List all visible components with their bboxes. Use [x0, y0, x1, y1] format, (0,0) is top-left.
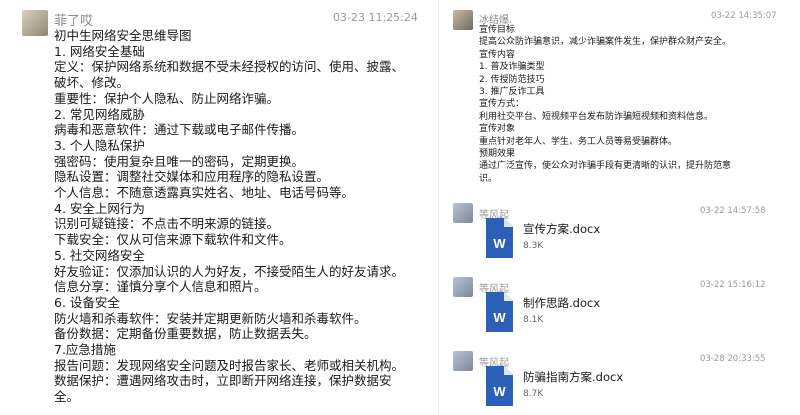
message-text[interactable]: 宣传目标提高公众防诈骗意识，减少诈骗案件发生，保护群众财产安全。 宣传内容 1. 普… [479, 24, 779, 185]
chat-panel-right: 冰结爆. 03-22 14:35:07 宣传目标 提高公众防诈骗意识，减少诈骗案件… [438, 0, 800, 415]
file-size: 8.1K [523, 315, 544, 325]
message-time: 03-28 20:33:55 [700, 354, 766, 364]
message-line: 宣传目标 [479, 25, 516, 35]
message-line: 强密码：使用复杂且唯一的密码，定期更换。 [54, 153, 305, 169]
message-line: 下载安全：仅从可信来源下载软件和文件。 [54, 232, 292, 248]
svg-text:W: W [493, 310, 506, 325]
message-line: 识。 [479, 173, 498, 184]
message-line: 好友验证：仅添加认识的人为好友，不接受陌生人的好友请求。 [54, 263, 405, 279]
message-line: 3. 推广反诈工具 [479, 87, 545, 98]
word-doc-icon: W [486, 366, 513, 406]
message-line: 数据保护：遭遇网络攻击时，立即断开网络连接，保护数据安 [54, 373, 392, 389]
svg-text:W: W [493, 236, 506, 251]
word-doc-icon: W [486, 292, 513, 332]
file-attachment[interactable]: W 防骗指南方案.docx 8.7K [483, 366, 753, 412]
message-line: 通过广泛宣传，使公众对诈骗手段有更清晰的认识，提升防范意 [479, 161, 732, 172]
sender-avatar[interactable] [453, 10, 473, 30]
sender-avatar[interactable] [22, 10, 48, 36]
chat-panel-left: 菲了哎 03-23 11:25:24 初中生网络安全思维导图 1. 网络安全基础定… [0, 0, 430, 415]
message-line: 初中生网络安全思维导图 [54, 28, 192, 43]
message-line: 宣传对象 [479, 124, 516, 135]
message-line: 6. 设备安全 [54, 294, 120, 310]
file-size: 8.7K [523, 389, 544, 399]
message-line: 防火墙和杀毒软件：安装并定期更新防火墙和杀毒软件。 [54, 310, 367, 326]
sender-avatar[interactable] [453, 351, 473, 371]
message-line: 识别可疑链接：不点击不明来源的链接。 [54, 216, 280, 232]
sender-avatar[interactable] [453, 203, 473, 223]
file-size: 8.3K [523, 241, 544, 251]
message-line: 7.应急措施 [54, 342, 116, 358]
word-doc-icon: W [486, 218, 513, 258]
message-line: 4. 安全上网行为 [54, 200, 145, 216]
message-line: 定义：保护网络系统和数据不受未经授权的访问、使用、披露、 [54, 59, 405, 75]
message-line: 预期效果 [479, 149, 516, 160]
file-attachment[interactable]: W 制作思路.docx 8.1K [483, 292, 753, 338]
message-line: 全。 [54, 389, 80, 405]
message-time: 03-22 14:35:07 [711, 11, 777, 21]
sender-avatar[interactable] [453, 277, 473, 297]
svg-text:W: W [493, 384, 506, 399]
message-line: 2. 传授防范技巧 [479, 74, 545, 85]
message-line: 重要性：保护个人隐私、防止网络诈骗。 [54, 90, 280, 106]
message-line: 2. 常见网络威胁 [54, 106, 145, 122]
message-line: 病毒和恶意软件：通过下载或电子邮件传播。 [54, 122, 305, 138]
message-line: 3. 个人隐私保护 [54, 137, 145, 153]
file-name[interactable]: 防骗指南方案.docx [523, 369, 623, 385]
message-line: 利用社交平台、短视频平台发布防诈骗短视频和资料信息。 [479, 111, 714, 122]
message-text[interactable]: 初中生网络安全思维导图 1. 网络安全基础 定义：保护网络系统和数据不受未经授权的访… [54, 28, 424, 405]
message-line: 1. 普及诈骗类型 [479, 62, 545, 73]
message-line: 1. 网络安全基础 [54, 43, 145, 59]
message-time: 03-22 14:57:58 [700, 206, 766, 216]
message-line: 重点针对老年人、学生、务工人员等易受骗群体。 [479, 136, 678, 147]
message-time: 03-23 11:25:24 [333, 11, 418, 24]
message-line: 信息分享：谨慎分享个人信息和照片。 [54, 279, 267, 295]
sender-name[interactable]: 菲了哎 [54, 10, 93, 29]
message-line: 宣传方式： [479, 99, 525, 110]
message-line: 破坏、修改。 [54, 75, 130, 91]
message-line: 宣传内容 [479, 49, 516, 60]
message-time: 03-22 15:16:12 [700, 280, 766, 290]
file-name[interactable]: 制作思路.docx [523, 295, 600, 311]
message-line: 5. 社交网络安全 [54, 247, 145, 263]
message-line: 隐私设置：调整社交媒体和应用程序的隐私设置。 [54, 169, 330, 185]
message-line: 备份数据：定期备份重要数据，防止数据丢失。 [54, 326, 317, 342]
message-line: 个人信息：不随意透露真实姓名、地址、电话号码等。 [54, 185, 355, 201]
file-attachment[interactable]: W 宣传方案.docx 8.3K [483, 218, 753, 264]
file-name[interactable]: 宣传方案.docx [523, 221, 600, 237]
message-line: 报告问题：发现网络安全问题及时报告家长、老师或相关机构。 [54, 357, 405, 373]
message-line: 提高公众防诈骗意识，减少诈骗案件发生，保护群众财产安全。 [479, 37, 732, 48]
